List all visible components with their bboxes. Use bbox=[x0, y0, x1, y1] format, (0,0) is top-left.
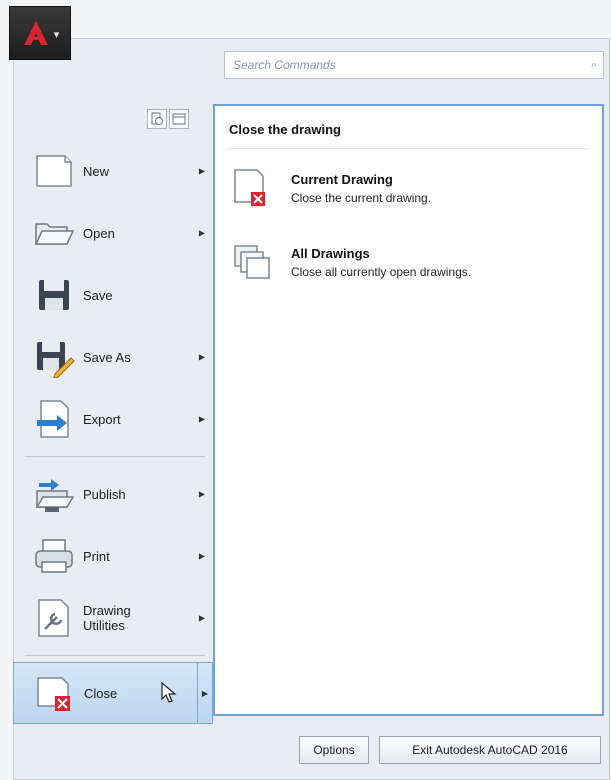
menu-item-save[interactable]: Save bbox=[13, 264, 213, 326]
menu-item-save-as[interactable]: Save As ▶ bbox=[13, 326, 213, 388]
option-description: Close all currently open drawings. bbox=[291, 265, 472, 279]
search-commands-field[interactable]: ⌕ bbox=[224, 51, 604, 79]
drawing-utilities-icon bbox=[33, 597, 75, 639]
submenu-arrow-icon: ▶ bbox=[198, 414, 205, 424]
close-current-drawing-option[interactable]: Current Drawing Close the current drawin… bbox=[233, 168, 593, 218]
save-disk-icon bbox=[33, 274, 75, 316]
submenu-arrow-icon: ▶ bbox=[198, 489, 205, 499]
menu-item-label: Publish bbox=[83, 486, 126, 502]
submenu-arrow-icon: ▶ bbox=[197, 663, 212, 723]
autocad-logo-icon bbox=[23, 21, 48, 45]
submenu-arrow-icon: ▶ bbox=[198, 551, 205, 561]
menu-item-close[interactable]: Close ▶ bbox=[13, 662, 213, 724]
exit-application-button[interactable]: Exit Autodesk AutoCAD 2016 bbox=[379, 736, 601, 764]
open-folder-icon bbox=[33, 212, 75, 254]
close-current-drawing-icon bbox=[233, 168, 271, 208]
close-all-drawings-option[interactable]: All Drawings Close all currently open dr… bbox=[233, 242, 593, 292]
submenu-arrow-icon: ▶ bbox=[198, 228, 205, 238]
option-title: Current Drawing bbox=[291, 172, 393, 187]
menu-item-label: Print bbox=[83, 548, 110, 564]
menu-item-label: Drawing Utilities bbox=[83, 603, 131, 633]
options-button[interactable]: Options bbox=[299, 736, 369, 764]
close-all-drawings-icon bbox=[233, 242, 271, 282]
menu-footer: Options Exit Autodesk AutoCAD 2016 bbox=[213, 722, 604, 772]
option-title: All Drawings bbox=[291, 246, 370, 261]
menu-item-open[interactable]: Open ▶ bbox=[13, 202, 213, 264]
panel-title: Close the drawing bbox=[229, 122, 341, 137]
submenu-arrow-icon: ▶ bbox=[198, 613, 205, 623]
menu-divider bbox=[25, 655, 205, 656]
close-submenu-panel: Close the drawing Current Drawing Close … bbox=[213, 104, 604, 716]
close-document-icon bbox=[34, 672, 76, 714]
chevron-down-icon: ▾ bbox=[53, 28, 60, 41]
recent-documents-icon[interactable] bbox=[147, 109, 167, 129]
submenu-arrow-icon: ▶ bbox=[198, 352, 205, 362]
search-icon[interactable]: ⌕ bbox=[591, 59, 597, 72]
menu-item-export[interactable]: Export ▶ bbox=[13, 388, 213, 450]
publish-icon bbox=[33, 473, 75, 515]
menu-item-label: Save As bbox=[83, 349, 131, 365]
menu-item-new[interactable]: New ▶ bbox=[13, 140, 213, 202]
search-input[interactable] bbox=[231, 57, 591, 73]
mouse-cursor-icon bbox=[161, 682, 177, 703]
menu-item-label: Open bbox=[83, 225, 115, 241]
panel-divider bbox=[227, 148, 588, 149]
menu-item-label: New bbox=[83, 163, 110, 179]
printer-icon bbox=[33, 535, 75, 577]
menu-item-print[interactable]: Print ▶ bbox=[13, 525, 213, 587]
option-description: Close the current drawing. bbox=[291, 191, 432, 205]
menu-divider bbox=[25, 456, 205, 457]
application-button[interactable]: ▾ bbox=[9, 6, 71, 60]
submenu-arrow-icon: ▶ bbox=[198, 166, 205, 176]
menu-item-publish[interactable]: Publish ▶ bbox=[13, 463, 213, 525]
menu-item-drawing-utilities[interactable]: Drawing Utilities ▶ bbox=[13, 587, 213, 649]
save-as-icon bbox=[33, 336, 75, 379]
open-documents-icon[interactable] bbox=[169, 109, 189, 129]
menu-item-label: Save bbox=[83, 287, 113, 303]
new-document-icon bbox=[33, 150, 75, 192]
menu-item-label: Export bbox=[83, 411, 121, 427]
menu-item-label: Close bbox=[84, 685, 118, 701]
menu-command-list: New ▶ Open ▶ Save Save As ▶ Export ▶ Pub… bbox=[13, 140, 213, 724]
export-icon bbox=[33, 398, 75, 440]
